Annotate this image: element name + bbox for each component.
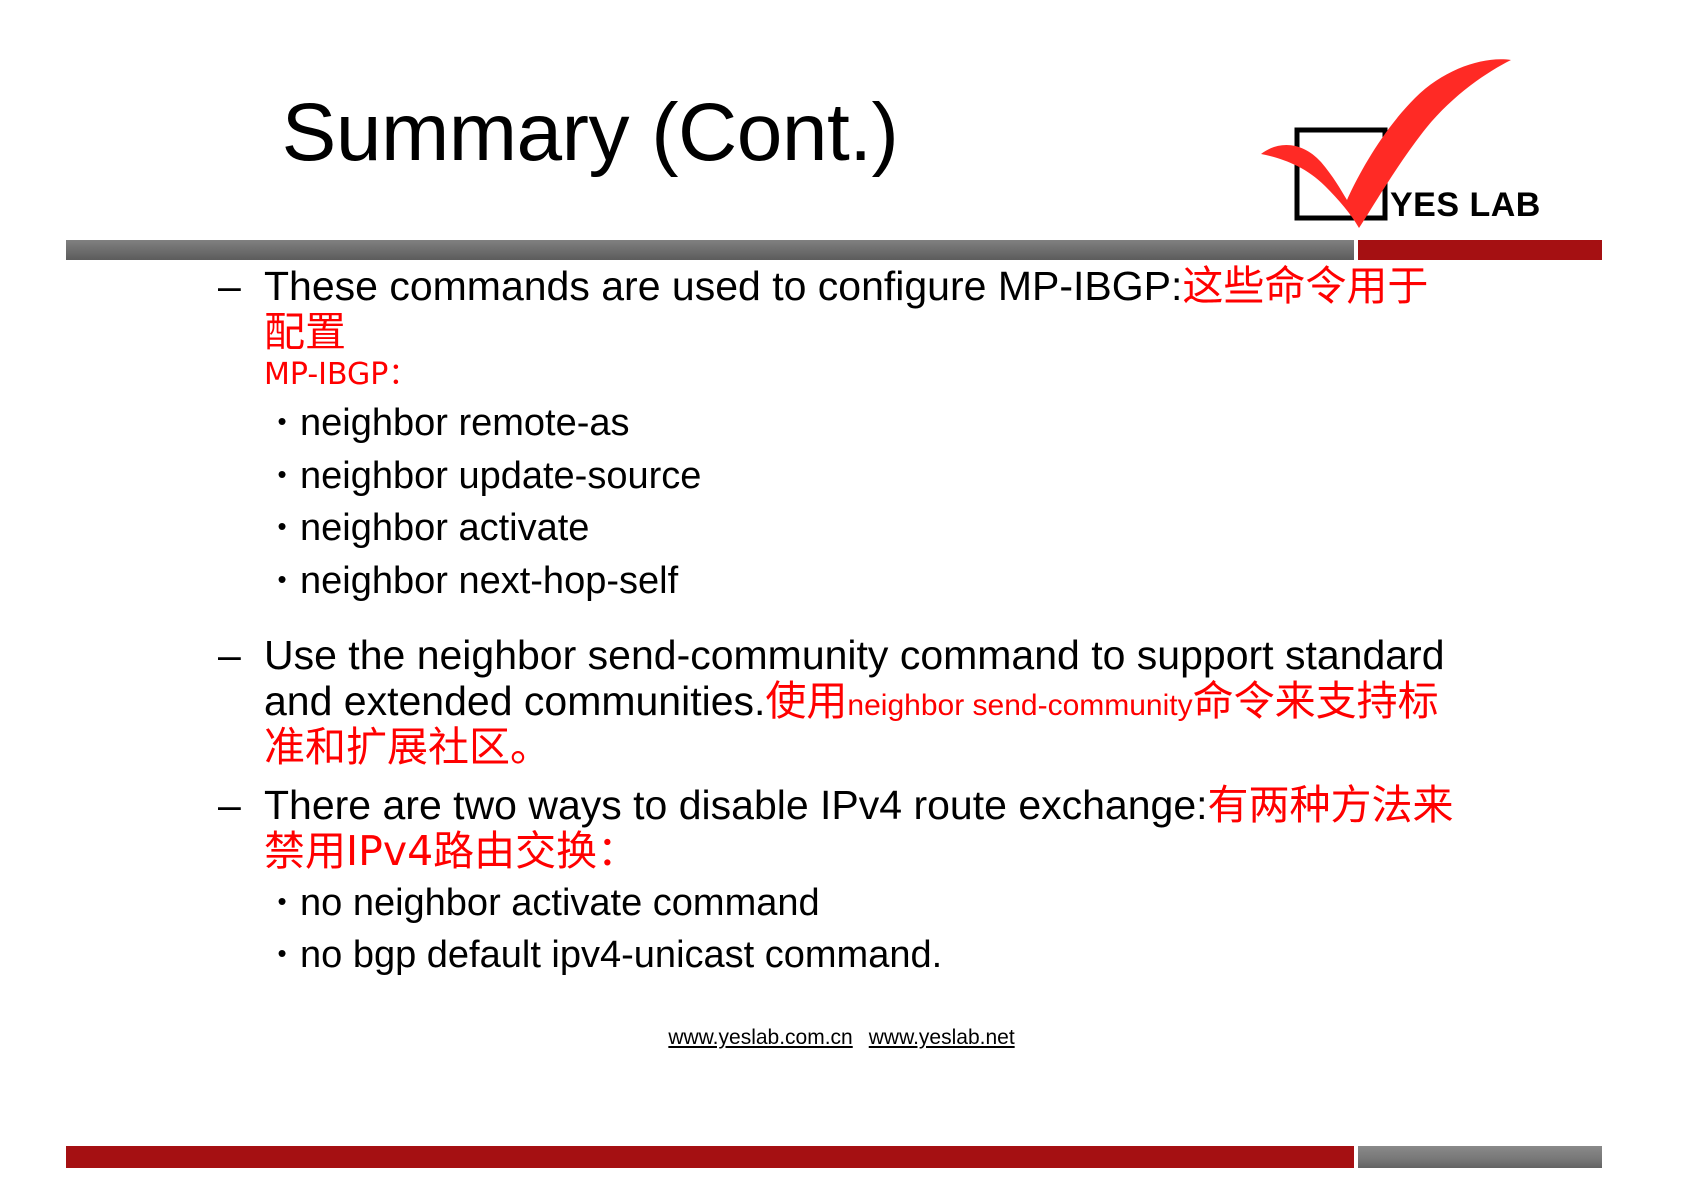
yes-lab-logo: YES LAB [1255,58,1555,248]
dash-marker: – [218,781,241,828]
sub-bullet-label: no neighbor activate command [300,881,820,924]
sub-bullet-label: neighbor activate [300,507,590,550]
bullet-text-cn-pre: 使用 [765,676,848,725]
header-rule-gray [66,240,1354,260]
list-item: • neighbor remote-as [264,397,1468,449]
bullet-text-cn-command: neighbor send-community [847,688,1193,722]
header-rule-red [1358,240,1602,260]
list-item: • no neighbor activate command [264,877,1468,929]
footer-links: www.yeslab.com.cn www.yeslab.net [0,1026,1683,1050]
bullet-block-2: – Use the neighbor send-community comman… [218,632,1468,771]
bullet-dot-icon: • [277,458,287,489]
bullet-level1: – Use the neighbor send-community comman… [218,632,1468,771]
bullet-text-en: There are two ways to disable IPv4 route… [264,781,1208,828]
bullet-dot-icon: • [277,885,287,916]
sub-bullet-list-1: • neighbor remote-as • neighbor update-s… [218,397,1468,607]
bullet-dot-icon: • [277,406,287,437]
list-item: • no bgp default ipv4-unicast command. [264,929,1468,981]
bullet-dot-icon: • [277,563,287,594]
sub-bullet-label: no bgp default ipv4-unicast command. [300,934,943,977]
footer-rule-gray [1358,1146,1602,1168]
bullet-dot-icon: • [277,938,287,969]
sub-bullet-label: neighbor next-hop-self [300,559,679,602]
slide-body: – These commands are used to configure M… [218,263,1468,982]
bullet-dot-icon: • [277,511,287,542]
footer-rule-red [66,1146,1354,1168]
bullet-level1: – These commands are used to configure M… [218,263,1468,356]
bullet-level1-text: There are two ways to disable IPv4 route… [264,781,1468,875]
dash-marker: – [218,632,241,679]
sub-bullet-list-3: • no neighbor activate command • no bgp … [218,877,1468,982]
footer-link-yeslab-net[interactable]: www.yeslab.net [869,1026,1015,1049]
bullet-text-en: These commands are used to configure MP-… [264,263,1183,309]
sub-bullet-label: neighbor update-source [300,454,702,497]
bullet-level1-text: These commands are used to configure MP-… [264,263,1468,356]
footer-link-yeslab-com-cn[interactable]: www.yeslab.com.cn [668,1026,852,1049]
bullet-level1-text: Use the neighbor send-community command … [264,632,1468,771]
list-item: • neighbor next-hop-self [264,555,1468,607]
bullet-level1: – There are two ways to disable IPv4 rou… [218,781,1468,875]
list-item: • neighbor activate [264,502,1468,554]
dash-marker: – [218,263,241,309]
bullet-block-1: – These commands are used to configure M… [218,263,1468,607]
bullet-text-cn-cont: MP-IBGP： [264,356,419,392]
bullet-block-3: – There are two ways to disable IPv4 rou… [218,781,1468,982]
yes-lab-logo-text: YES LAB [1390,186,1541,224]
page-title: Summary (Cont.) [281,87,899,178]
sub-bullet-label: neighbor remote-as [300,402,630,445]
list-item: • neighbor update-source [264,450,1468,502]
